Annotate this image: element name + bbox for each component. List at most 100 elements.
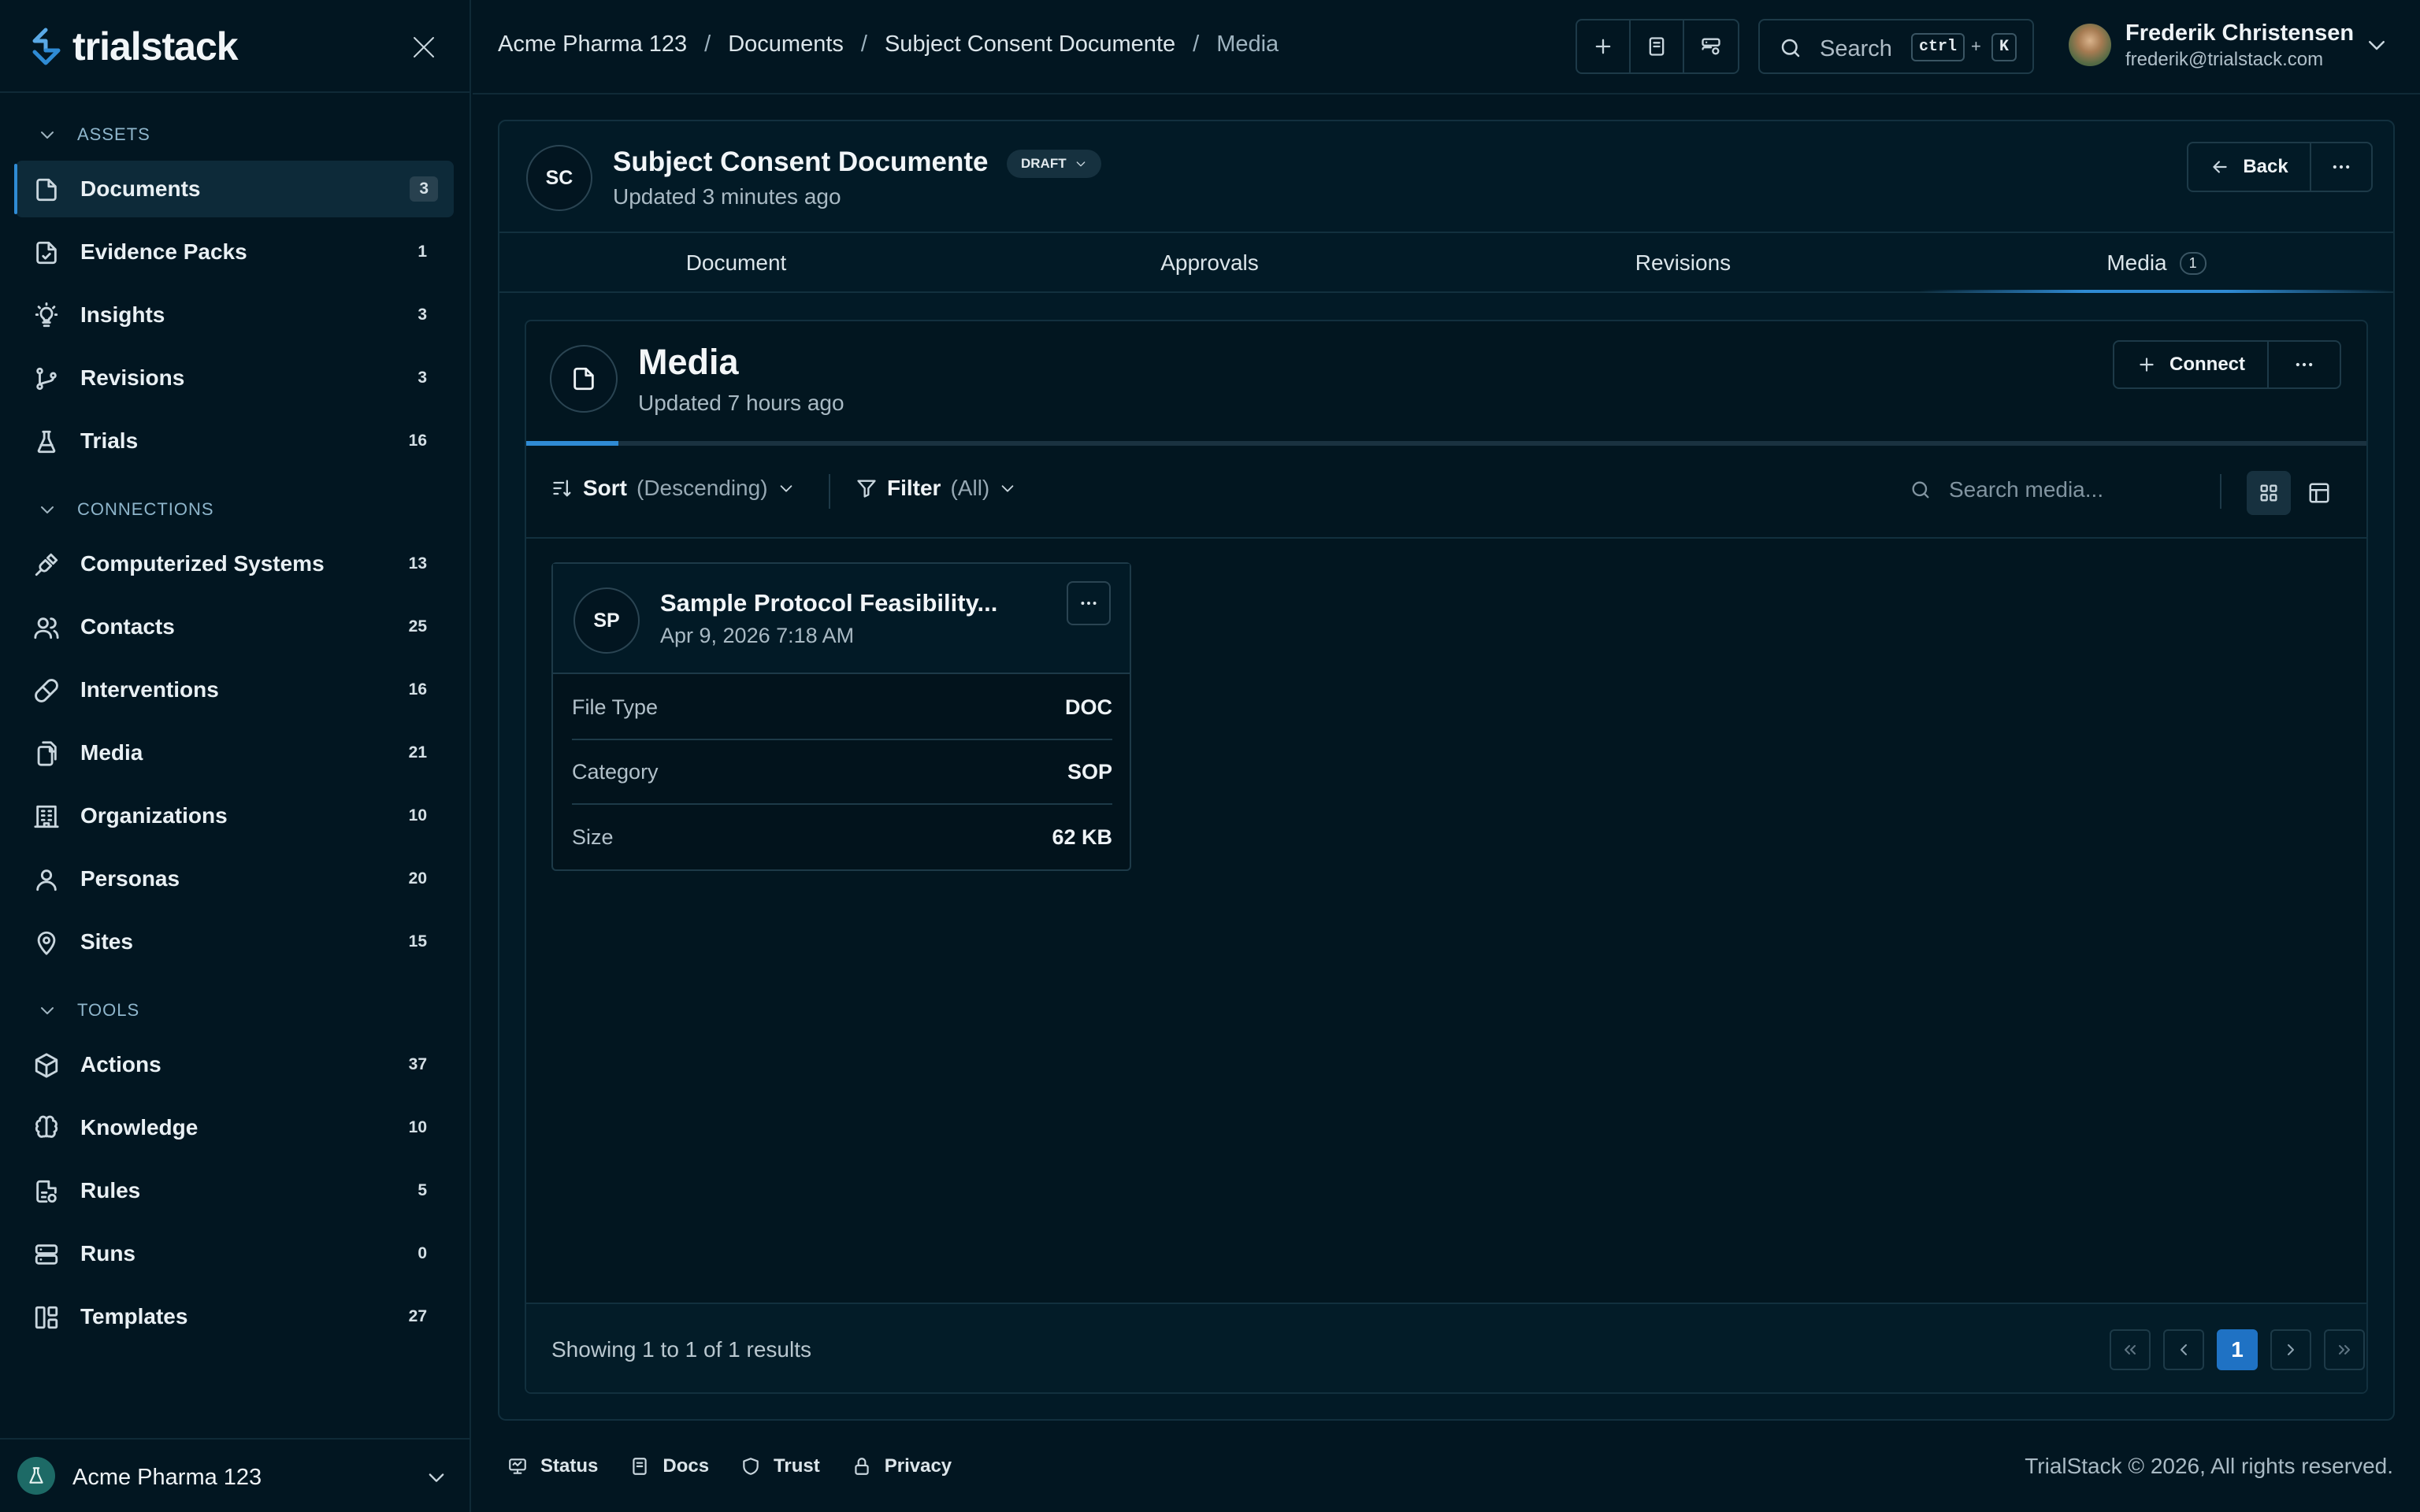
breadcrumb-item[interactable]: Acme Pharma 123 xyxy=(498,32,687,57)
close-sidebar-button[interactable] xyxy=(406,30,441,65)
user-name: Frederik Christensen xyxy=(2125,20,2355,46)
chevron-down-icon[interactable] xyxy=(2365,33,2388,57)
sidebar-item-count: 0 xyxy=(418,1244,427,1262)
media-icon-badge xyxy=(550,345,618,413)
file-rules-icon xyxy=(36,1180,57,1203)
back-button[interactable]: Back xyxy=(2188,143,2311,191)
sidebar-item-revisions[interactable]: Revisions 3 xyxy=(16,350,454,406)
copyright-text: TrialStack © 2026, All rights reserved. xyxy=(2025,1454,2393,1478)
sidebar-item-actions[interactable]: Actions 37 xyxy=(16,1036,454,1093)
table-icon xyxy=(2309,483,2329,503)
media-item-more-button[interactable] xyxy=(1067,581,1111,625)
org-switcher[interactable]: Acme Pharma 123 xyxy=(0,1438,471,1512)
sidebar-item-count: 16 xyxy=(408,432,427,450)
footer-link-trust[interactable]: Trust xyxy=(740,1455,820,1477)
sidebar-item-computerized-systems[interactable]: Computerized Systems 13 xyxy=(16,536,454,592)
logo-text: trialstack xyxy=(72,24,239,69)
quick-actions-group xyxy=(1576,19,1739,74)
server-button[interactable] xyxy=(1684,20,1738,72)
tab-approvals[interactable]: Approvals xyxy=(973,233,1446,293)
media-item-card[interactable]: SP Sample Protocol Feasibility... Apr 9,… xyxy=(551,562,1131,871)
section-tools[interactable]: TOOLS xyxy=(38,1000,139,1021)
breadcrumb: Acme Pharma 123 / Documents / Subject Co… xyxy=(498,32,1279,57)
sidebar-item-rules[interactable]: Rules 5 xyxy=(16,1162,454,1219)
document-updated: Updated 3 minutes ago xyxy=(613,184,841,209)
sidebar-item-insights[interactable]: Insights 3 xyxy=(16,287,454,343)
property-value: 62 KB xyxy=(1052,825,1112,849)
document-icon xyxy=(36,178,57,202)
sidebar-item-evidence-packs[interactable]: Evidence Packs 1 xyxy=(16,224,454,280)
arrow-left-icon xyxy=(2213,161,2227,173)
first-page-button[interactable] xyxy=(2110,1329,2151,1370)
connect-button[interactable]: Connect xyxy=(2114,342,2269,387)
sidebar-item-contacts[interactable]: Contacts 25 xyxy=(16,598,454,655)
footer-link-status[interactable]: Status xyxy=(507,1455,598,1477)
grid-view-button[interactable] xyxy=(2247,471,2291,515)
sidebar-item-label: Knowledge xyxy=(80,1115,199,1140)
sidebar-item-count: 15 xyxy=(408,932,427,951)
file-check-icon xyxy=(36,241,57,265)
results-summary: Showing 1 to 1 of 1 results xyxy=(551,1337,811,1362)
table-view-button[interactable] xyxy=(2297,471,2341,515)
tab-document[interactable]: Document xyxy=(499,233,973,293)
git-branch-icon xyxy=(36,367,57,391)
section-label: CONNECTIONS xyxy=(77,499,214,519)
property-value: SOP xyxy=(1067,759,1112,784)
plug-icon xyxy=(35,553,58,576)
media-search-input[interactable]: Search media... xyxy=(1910,477,2103,502)
sidebar-item-personas[interactable]: Personas 20 xyxy=(16,850,454,907)
media-item-title[interactable]: Sample Protocol Feasibility... xyxy=(660,589,997,617)
sort-dropdown[interactable]: Sort (Descending) xyxy=(551,476,795,501)
chevrons-left-icon xyxy=(2125,1345,2136,1354)
section-label: TOOLS xyxy=(77,1000,140,1020)
page-button-current[interactable]: 1 xyxy=(2217,1329,2258,1370)
header-actions: Back xyxy=(2187,142,2373,192)
footer-link-docs[interactable]: Docs xyxy=(629,1455,709,1477)
user-icon xyxy=(36,869,57,891)
media-more-button[interactable] xyxy=(2269,342,2340,387)
sidebar-item-sites[interactable]: Sites 15 xyxy=(16,914,454,970)
media-item-date: Apr 9, 2026 7:18 AM xyxy=(660,624,855,647)
footer-link-privacy[interactable]: Privacy xyxy=(852,1455,952,1477)
document-title: Subject Consent Documente xyxy=(613,146,989,177)
user-avatar[interactable] xyxy=(2069,24,2111,66)
media-item-property-row: Category SOP xyxy=(572,740,1112,805)
tab-revisions[interactable]: Revisions xyxy=(1446,233,1920,293)
last-page-button[interactable] xyxy=(2324,1329,2365,1370)
section-assets[interactable]: ASSETS xyxy=(38,124,150,145)
sidebar-item-count: 20 xyxy=(408,869,427,888)
sidebar-item-runs[interactable]: Runs 0 xyxy=(16,1225,454,1282)
previous-page-button[interactable] xyxy=(2163,1329,2204,1370)
more-options-button[interactable] xyxy=(2311,143,2371,191)
shield-icon xyxy=(743,1458,759,1475)
sidebar-item-label: Contacts xyxy=(80,614,175,639)
media-actions: Connect xyxy=(2113,340,2341,389)
plus-icon xyxy=(2140,358,2154,372)
shortcut-plus: + xyxy=(1971,36,1981,56)
next-page-button[interactable] xyxy=(2270,1329,2311,1370)
footer-link-label: Docs xyxy=(663,1455,710,1477)
sidebar-item-knowledge[interactable]: Knowledge 10 xyxy=(16,1099,454,1156)
sidebar-item-label: Personas xyxy=(80,866,180,891)
sidebar-item-organizations[interactable]: Organizations 10 xyxy=(16,788,454,844)
notebook-button[interactable] xyxy=(1631,20,1684,72)
global-search[interactable]: Search ctrl + K xyxy=(1758,19,2034,74)
sidebar-item-media[interactable]: Media 21 xyxy=(16,724,454,781)
sidebar-item-count: 25 xyxy=(408,617,427,636)
sidebar-item-interventions[interactable]: Interventions 16 xyxy=(16,662,454,718)
tab-media[interactable]: Media 1 xyxy=(1920,233,2393,293)
sidebar-item-label: Trials xyxy=(80,428,139,453)
status-badge[interactable]: DRAFT xyxy=(1007,150,1101,178)
section-connections[interactable]: CONNECTIONS xyxy=(38,499,214,520)
sidebar-item-trials[interactable]: Trials 16 xyxy=(16,413,454,469)
breadcrumb-item[interactable]: Documents xyxy=(728,32,844,57)
chevron-down-icon xyxy=(429,1473,444,1482)
app-logo[interactable]: trialstack xyxy=(28,24,239,69)
breadcrumb-item[interactable]: Subject Consent Documente xyxy=(885,32,1175,57)
filter-dropdown[interactable]: Filter (All) xyxy=(856,476,1016,501)
sidebar-item-templates[interactable]: Templates 27 xyxy=(16,1288,454,1345)
map-pin-icon xyxy=(37,931,56,955)
sidebar-item-documents[interactable]: Documents 3 xyxy=(14,161,454,217)
add-button[interactable] xyxy=(1577,20,1631,72)
sidebar-item-count: 1 xyxy=(418,243,427,261)
